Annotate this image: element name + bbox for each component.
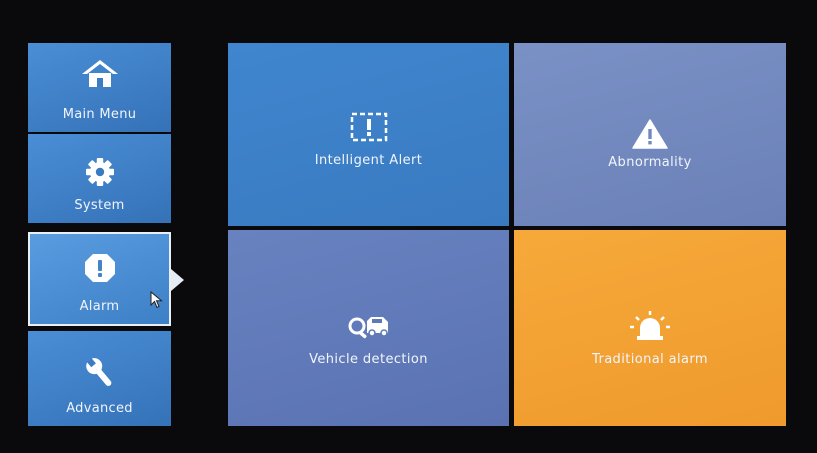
siren-icon [514, 310, 786, 342]
home-icon [28, 57, 171, 89]
gear-icon [28, 156, 171, 188]
tile-vehicle-detection[interactable]: Vehicle detection [228, 230, 509, 426]
tile-label: Abnormality [608, 155, 692, 170]
tile-label: Traditional alarm [592, 352, 708, 367]
sidebar-item-system[interactable]: System [28, 134, 171, 223]
vehicle-search-icon [228, 314, 509, 340]
wrench-icon [28, 357, 171, 389]
sidebar-item-label: Main Menu [62, 107, 137, 122]
sidebar-item-label: Advanced [66, 401, 133, 416]
screen: Main Menu System Alarm Advanced Intellig… [0, 0, 817, 453]
selection-pointer [171, 269, 184, 291]
tile-traditional-alarm[interactable]: Traditional alarm [514, 230, 786, 426]
tile-abnormality[interactable]: Abnormality [514, 43, 786, 226]
sidebar-item-label: System [74, 198, 125, 213]
sidebar-item-main-menu[interactable]: Main Menu [28, 43, 171, 132]
tile-label: Vehicle detection [309, 352, 428, 367]
alert-icon [30, 252, 169, 284]
tile-label: Intelligent Alert [314, 153, 423, 168]
sidebar-item-advanced[interactable]: Advanced [28, 331, 171, 426]
sidebar-item-label: Alarm [79, 299, 120, 314]
warning-triangle-icon [514, 119, 786, 149]
mouse-cursor-icon [150, 290, 164, 313]
tile-intelligent-alert[interactable]: Intelligent Alert [228, 43, 509, 226]
intelligent-alert-icon [228, 111, 509, 143]
